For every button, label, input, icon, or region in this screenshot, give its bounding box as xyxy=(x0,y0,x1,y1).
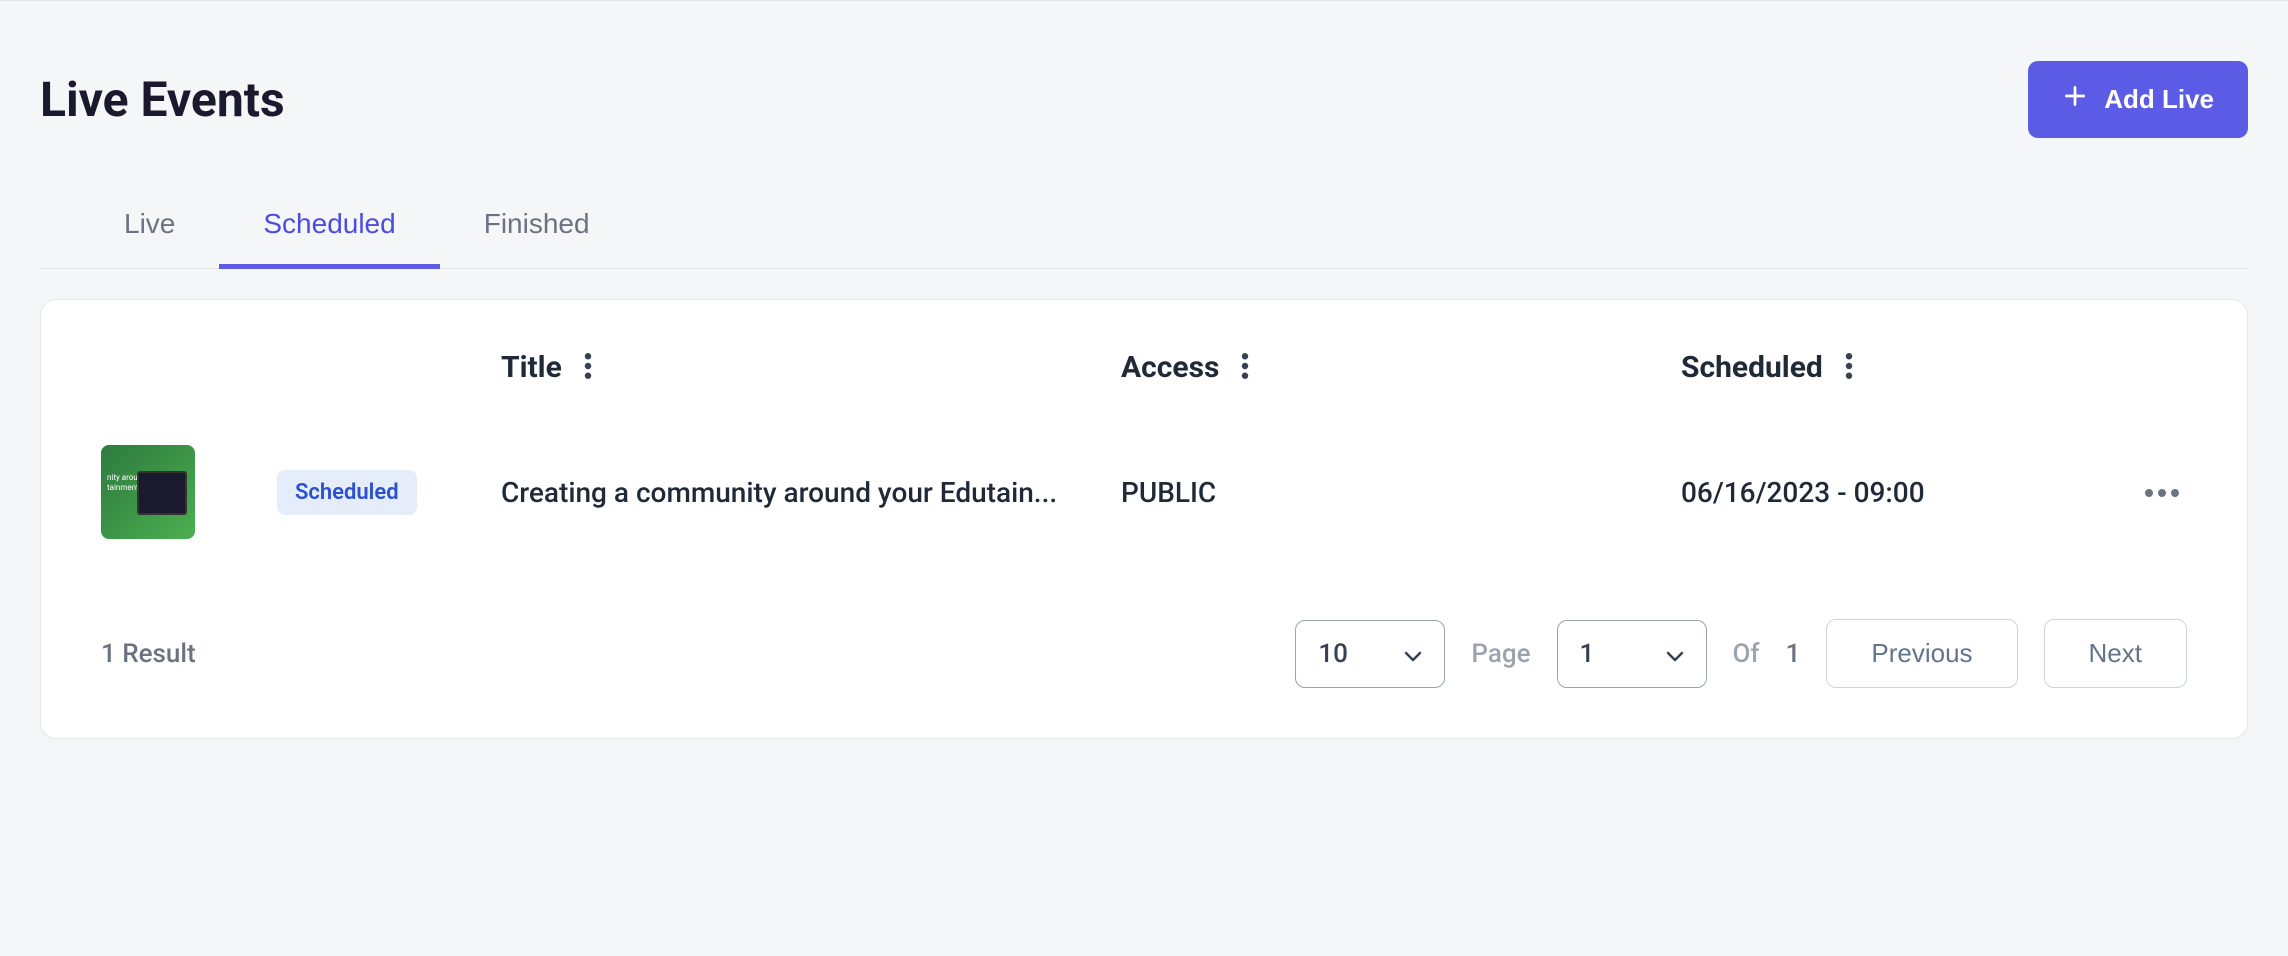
tab-scheduled[interactable]: Scheduled xyxy=(219,188,439,269)
tabs: Live Scheduled Finished xyxy=(40,188,2248,269)
of-label: Of xyxy=(1733,639,1760,669)
table-header: Title Access Scheduled xyxy=(41,300,2247,415)
page-size-value: 10 xyxy=(1318,639,1348,669)
column-scheduled-menu-button[interactable] xyxy=(1845,353,1853,383)
add-live-label: Add Live xyxy=(2104,84,2214,115)
add-live-button[interactable]: Add Live xyxy=(2028,61,2248,138)
column-title-menu-button[interactable] xyxy=(584,353,592,383)
page-title: Live Events xyxy=(40,71,285,128)
event-thumbnail: nity aroundtainment xyxy=(101,445,195,539)
column-scheduled-header: Scheduled xyxy=(1681,350,1823,385)
total-pages: 1 xyxy=(1786,639,1801,669)
events-card: Title Access Scheduled ni xyxy=(40,299,2248,739)
page-number-value: 1 xyxy=(1580,639,1595,669)
table-footer: 1 Result 10 Page 1 Of 1 Previous xyxy=(41,599,2247,738)
row-scheduled: 06/16/2023 - 09:00 xyxy=(1681,476,2101,509)
chevron-down-icon xyxy=(1404,639,1422,669)
page-number-select[interactable]: 1 xyxy=(1557,620,1707,688)
page-size-select[interactable]: 10 xyxy=(1295,620,1445,688)
plus-icon xyxy=(2062,83,2088,116)
column-title-header: Title xyxy=(501,350,562,385)
next-button[interactable]: Next xyxy=(2044,619,2187,688)
tab-finished[interactable]: Finished xyxy=(440,188,634,269)
row-actions-button[interactable] xyxy=(2137,477,2187,508)
result-count: 1 Result xyxy=(101,639,1295,669)
table-row[interactable]: nity aroundtainment Scheduled Creating a… xyxy=(41,415,2247,599)
column-access-menu-button[interactable] xyxy=(1241,353,1249,383)
status-badge: Scheduled xyxy=(277,470,417,515)
row-title: Creating a community around your Edutain… xyxy=(501,476,1121,509)
tab-live[interactable]: Live xyxy=(80,188,219,269)
row-access: PUBLIC xyxy=(1121,476,1681,509)
chevron-down-icon xyxy=(1666,639,1684,669)
previous-button[interactable]: Previous xyxy=(1826,619,2017,688)
page-label: Page xyxy=(1471,639,1530,669)
column-access-header: Access xyxy=(1121,350,1219,385)
